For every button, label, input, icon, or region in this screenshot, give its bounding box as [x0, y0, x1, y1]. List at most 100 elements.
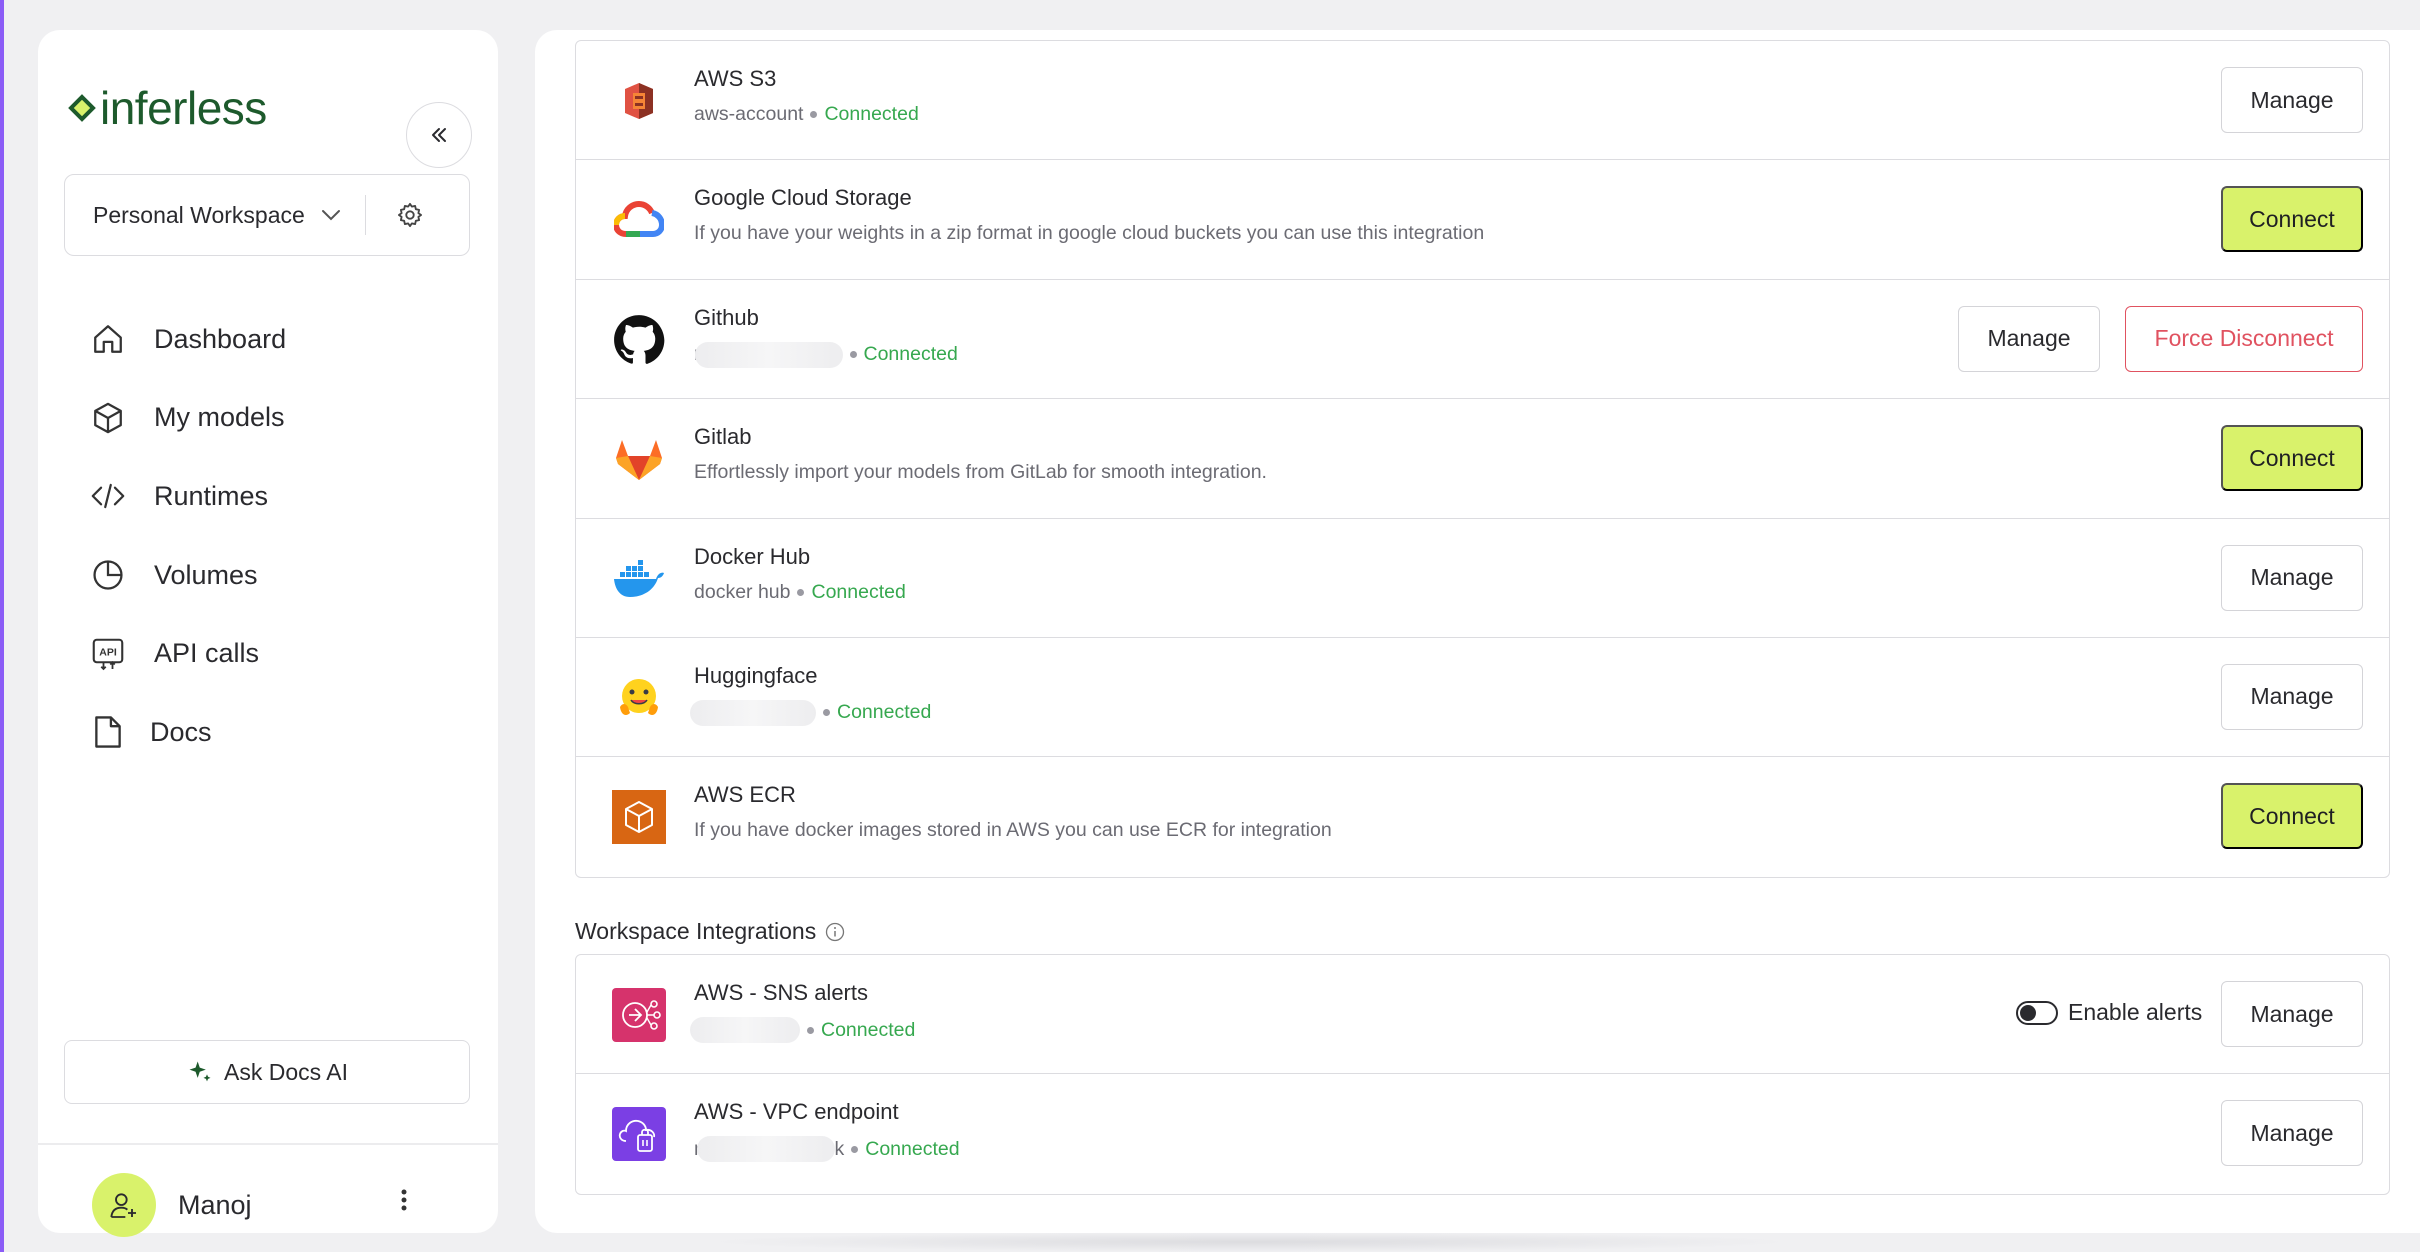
integration-account: aws-account	[694, 103, 804, 125]
aws-vpc-icon	[612, 1107, 666, 1162]
user-add-icon	[110, 1193, 136, 1218]
status-connected: Connected	[811, 580, 906, 603]
nav-item-volumes[interactable]: Volumes	[88, 536, 468, 615]
separator-dot	[797, 588, 805, 596]
manage-button[interactable]: Manage	[2221, 981, 2363, 1047]
aws-s3-icon	[612, 74, 666, 128]
logo: inferless	[68, 78, 267, 138]
main-nav: Dashboard My models Runtimes Volumes API…	[88, 300, 468, 772]
nav-label: Runtimes	[154, 480, 269, 511]
logo-text: inferless	[100, 82, 267, 134]
ask-docs-ai-button[interactable]: Ask Docs AI	[64, 1040, 470, 1104]
integration-row-aws-sns-alerts: AWS - SNS alerts Connected Enable alerts…	[576, 955, 2389, 1075]
section-title-workspace-integrations: Workspace Integrations	[575, 918, 846, 945]
status-connected: Connected	[863, 343, 958, 366]
code-icon	[88, 476, 128, 516]
integration-status-line: r k Connected	[694, 1136, 960, 1163]
toggle-knob	[2020, 1004, 2036, 1021]
logo-diamond-icon	[68, 94, 96, 122]
huggingface-icon	[612, 671, 666, 725]
nav-label: Dashboard	[154, 323, 287, 354]
workspace-integrations-list: AWS - SNS alerts Connected Enable alerts…	[575, 954, 2390, 1195]
integration-status-line: aws-account Connected	[694, 103, 919, 126]
pie-chart-icon	[88, 555, 128, 595]
connect-button[interactable]: Connect	[2221, 425, 2363, 492]
integration-name: Docker Hub	[694, 543, 811, 569]
status-connected: Connected	[821, 1018, 916, 1041]
sparkle-icon	[189, 1061, 211, 1082]
manage-button[interactable]: Manage	[2221, 663, 2363, 730]
workspace-label: Personal Workspace	[93, 201, 305, 228]
nav-label: API calls	[154, 638, 260, 669]
integration-name: AWS - SNS alerts	[694, 980, 868, 1005]
info-icon[interactable]	[824, 921, 846, 943]
integration-status-line: r Connected	[694, 341, 958, 368]
nav-label: My models	[154, 402, 285, 433]
gear-icon[interactable]	[396, 201, 424, 229]
toggle-switch[interactable]	[2016, 1000, 2058, 1025]
status-connected: Connected	[865, 1137, 960, 1160]
chevron-down-icon[interactable]	[321, 209, 341, 221]
redacted-account	[690, 699, 816, 726]
avatar	[92, 1173, 156, 1237]
connect-button[interactable]: Connect	[2221, 186, 2363, 253]
manage-button[interactable]: Manage	[2221, 67, 2363, 133]
sidebar: inferless Personal Workspace Dashboard M…	[38, 30, 498, 1237]
aws-sns-icon	[612, 988, 666, 1042]
manage-button[interactable]: Manage	[2221, 1100, 2363, 1167]
ask-docs-label: Ask Docs AI	[224, 1058, 348, 1085]
integration-status-line: docker hub Connected	[694, 581, 906, 604]
integration-name: Huggingface	[694, 662, 818, 688]
api-icon: API	[88, 634, 128, 674]
document-icon	[88, 712, 128, 752]
integration-account: docker hub	[694, 580, 791, 603]
toggle-label: Enable alerts	[2068, 999, 2203, 1025]
integration-row-docker-hub: Docker Hub docker hub Connected Manage	[576, 519, 2389, 638]
enable-alerts-toggle[interactable]: Enable alerts	[2016, 999, 2202, 1026]
redacted-account	[696, 1136, 835, 1163]
separator-dot	[810, 111, 818, 118]
force-disconnect-button[interactable]: Force Disconnect	[2125, 305, 2363, 372]
nav-item-dashboard[interactable]: Dashboard	[88, 300, 468, 379]
collapse-sidebar-button[interactable]	[406, 102, 472, 168]
scroll-shadow	[700, 1232, 1800, 1252]
integration-name: Github	[694, 304, 759, 330]
manage-button[interactable]: Manage	[2221, 544, 2363, 611]
separator-dot	[823, 709, 830, 717]
nav-item-docs[interactable]: Docs	[88, 693, 468, 772]
integration-row-github: Github r Connected Manage Force Disconne…	[576, 280, 2389, 400]
integration-row-huggingface: Huggingface Connected Manage	[576, 638, 2389, 758]
integration-name: AWS S3	[694, 66, 777, 91]
nav-item-api-calls[interactable]: API API calls	[88, 614, 468, 693]
redacted-account	[694, 341, 843, 368]
more-vertical-icon[interactable]	[400, 1188, 408, 1217]
integration-row-aws-s3: AWS S3 aws-account Connected Manage	[576, 41, 2389, 161]
connect-button[interactable]: Connect	[2221, 783, 2363, 850]
nav-item-runtimes[interactable]: Runtimes	[88, 457, 468, 536]
svg-text:API: API	[99, 646, 117, 658]
status-connected: Connected	[837, 701, 932, 724]
docker-icon	[612, 552, 666, 606]
workspace-selector[interactable]: Personal Workspace	[64, 174, 470, 256]
aws-ecr-icon	[612, 790, 666, 845]
status-connected: Connected	[824, 103, 919, 125]
home-icon	[88, 319, 128, 359]
manage-button[interactable]: Manage	[1958, 305, 2100, 372]
window-edge	[0, 0, 4, 1252]
redacted-account	[690, 1017, 800, 1043]
nav-label: Volumes	[154, 559, 258, 590]
double-chevron-left-icon	[432, 128, 446, 142]
user-profile[interactable]: Manoj	[92, 1173, 252, 1237]
integration-name: AWS ECR	[694, 782, 796, 808]
integration-row-aws-ecr: AWS ECR If you have docker images stored…	[576, 757, 2389, 876]
separator-dot	[807, 1026, 814, 1034]
integration-description: If you have your weights in a zip format…	[694, 222, 1485, 245]
separator-dot	[851, 1145, 859, 1153]
cube-icon	[88, 398, 128, 438]
integrations-list: AWS S3 aws-account Connected Manage Goog…	[575, 40, 2390, 878]
integration-name: AWS - VPC endpoint	[694, 1099, 899, 1125]
nav-item-my-models[interactable]: My models	[88, 379, 468, 458]
integration-description: If you have docker images stored in AWS …	[694, 819, 1332, 842]
integration-row-aws-vpc-endpoint: AWS - VPC endpoint r k Connected Manage	[576, 1074, 2389, 1193]
integration-row-google-cloud-storage: Google Cloud Storage If you have your we…	[576, 160, 2389, 280]
